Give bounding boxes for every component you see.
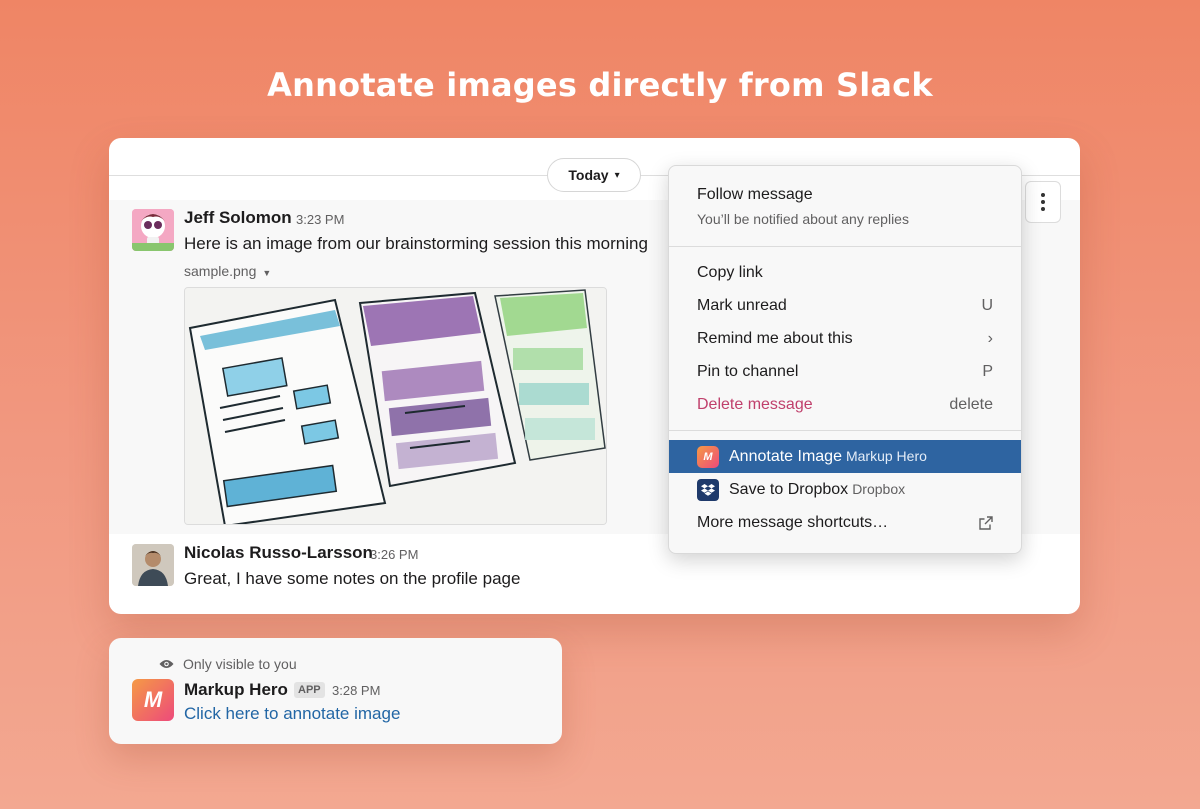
shortcut-hint: U [981,296,993,314]
menu-item-copy-link[interactable]: Copy link [669,256,1021,289]
attachment-image[interactable] [184,287,607,525]
shortcut-hint: P [982,362,993,380]
page-headline: Annotate images directly from Slack [267,66,933,104]
message-author[interactable]: Markup Hero [184,680,288,700]
avatar-photo [132,544,174,586]
avatar-illustration [132,209,174,251]
message-author[interactable]: Nicolas Russo-Larsson [184,543,373,563]
chevron-down-icon: ▾ [614,169,620,181]
more-dots-icon [1041,193,1045,197]
menu-divider [669,246,1021,247]
message-timestamp[interactable]: 3:23 PM [296,212,344,227]
avatar[interactable] [132,544,174,586]
date-divider-label: Today [568,167,609,183]
app-badge: APP [294,682,325,698]
message-author[interactable]: Jeff Solomon [184,208,292,228]
caret-down-icon: ▼ [262,268,272,278]
markup-hero-icon: M [697,445,719,468]
menu-divider [669,430,1021,431]
menu-item-follow-message[interactable]: Follow message [697,186,813,204]
shortcut-hint: delete [949,395,993,413]
message-actions-menu: Follow message You’ll be notified about … [668,165,1022,554]
eye-icon [159,660,174,668]
avatar[interactable] [132,209,174,251]
menu-item-follow-subtitle: You’ll be notified about any replies [697,211,909,227]
ephemeral-message-card: Only visible to you M Markup Hero APP 3:… [109,638,562,744]
menu-item-pin-to-channel[interactable]: Pin to channel P [669,355,1021,388]
markup-hero-avatar[interactable]: M [132,679,174,721]
annotate-image-link[interactable]: Click here to annotate image [184,704,400,724]
menu-item-save-to-dropbox[interactable]: Save to Dropbox Dropbox [669,473,1021,506]
date-divider-button[interactable]: Today ▾ [547,158,641,192]
menu-item-delete-message[interactable]: Delete message delete [669,388,1021,421]
message-text: Great, I have some notes on the profile … [184,569,521,588]
dropbox-icon [697,478,719,501]
message-timestamp[interactable]: 3:26 PM [370,547,418,562]
attachment-filename[interactable]: sample.png ▼ [184,263,271,279]
message-timestamp[interactable]: 3:28 PM [332,683,380,698]
more-actions-button[interactable] [1025,181,1061,223]
message-text: Here is an image from our brainstorming … [184,234,648,253]
wireframe-sketch-image [185,288,606,524]
menu-item-annotate-image[interactable]: M Annotate Image Markup Hero [669,440,1021,473]
menu-item-remind-me[interactable]: Remind me about this › [669,322,1021,355]
visibility-notice: Only visible to you [159,656,297,672]
chevron-right-icon: › [987,329,993,347]
menu-item-mark-unread[interactable]: Mark unread U [669,289,1021,322]
menu-item-more-shortcuts[interactable]: More message shortcuts… [669,506,1021,539]
external-link-icon [979,515,993,530]
